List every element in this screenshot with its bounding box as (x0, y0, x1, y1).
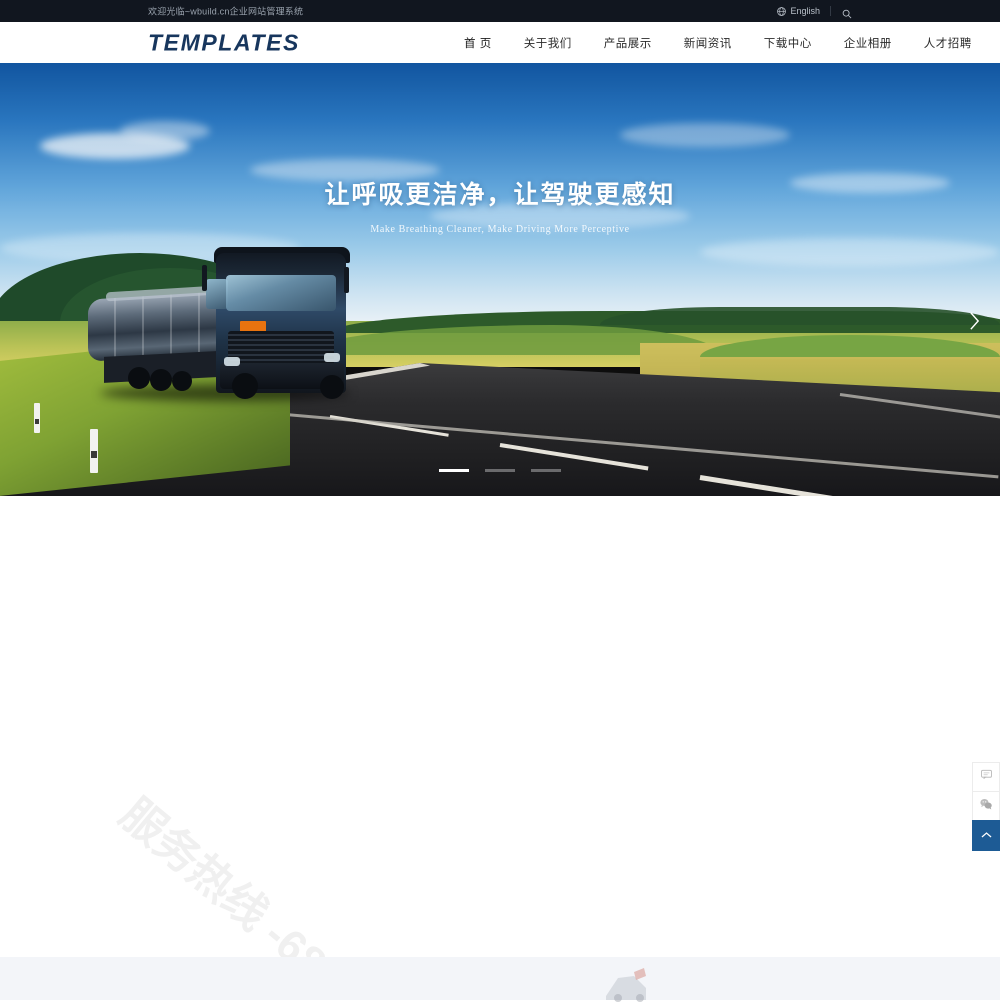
welcome-text: 欢迎光临~wbuild.cn企业网站管理系统 (148, 6, 304, 17)
side-wechat-button[interactable] (972, 791, 1000, 820)
message-icon (980, 768, 993, 786)
site-header: TEMPLATES 首 页 关于我们 产品展示 新闻资讯 下载中心 企业相册 人… (0, 22, 1000, 63)
carousel-next-button[interactable] (964, 306, 984, 336)
nav-item-download[interactable]: 下载中心 (748, 35, 828, 51)
nav-item-careers[interactable]: 人才招聘 (908, 35, 988, 51)
company-profile-section: 公司简介 Company Profile (0, 496, 1000, 956)
side-message-button[interactable] (972, 762, 1000, 791)
search-button[interactable] (831, 6, 852, 19)
site-logo[interactable]: TEMPLATES (148, 29, 300, 56)
nav-item-about[interactable]: 关于我们 (508, 35, 588, 51)
nav-item-home[interactable]: 首 页 (448, 35, 508, 51)
main-navigation: 首 页 关于我们 产品展示 新闻资讯 下载中心 企业相册 人才招聘 (448, 22, 988, 63)
carousel-dot-3[interactable] (531, 469, 561, 472)
chevron-right-icon (969, 311, 980, 331)
nav-item-gallery[interactable]: 企业相册 (828, 35, 908, 51)
carousel-dot-1[interactable] (439, 469, 469, 472)
hero-overlay (0, 63, 1000, 496)
footer-strip (0, 957, 1000, 1000)
top-bar-right: English (777, 6, 852, 19)
footer-decorative-graphic (600, 962, 654, 1002)
carousel-dot-2[interactable] (485, 469, 515, 472)
search-icon (842, 6, 852, 19)
nav-item-products[interactable]: 产品展示 (588, 35, 668, 51)
language-label: English (790, 6, 820, 16)
language-switcher[interactable]: English (777, 6, 831, 16)
back-to-top-button[interactable] (972, 820, 1000, 851)
top-bar: 欢迎光临~wbuild.cn企业网站管理系统 English (0, 0, 1000, 22)
floating-side-toolbar (972, 762, 1000, 851)
nav-item-news[interactable]: 新闻资讯 (668, 35, 748, 51)
back-to-top-icon (980, 827, 993, 845)
hero-image-truck-on-road (0, 63, 1000, 496)
hero-carousel: 让呼吸更洁净，让驾驶更感知 Make Breathing Cleaner, Ma… (0, 63, 1000, 496)
wechat-icon (979, 797, 993, 816)
globe-icon (777, 6, 787, 16)
carousel-indicators (0, 469, 1000, 472)
